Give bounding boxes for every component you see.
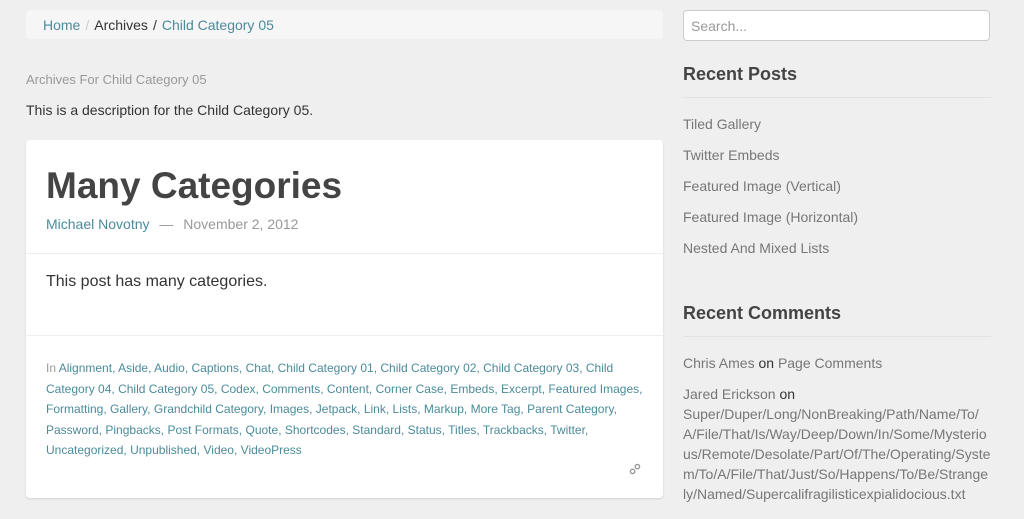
- category-link[interactable]: Featured Images: [548, 382, 639, 396]
- categories-prefix: In: [46, 361, 57, 375]
- category-link[interactable]: Chat: [246, 361, 271, 375]
- post-categories: In Alignment, Aside, Audio, Captions, Ch…: [26, 336, 663, 461]
- category-link[interactable]: Trackbacks: [483, 423, 544, 437]
- breadcrumb-home-link[interactable]: Home: [43, 17, 80, 33]
- category-link[interactable]: Password: [46, 423, 99, 437]
- category-link[interactable]: Audio: [154, 361, 185, 375]
- category-link[interactable]: Twitter: [550, 423, 585, 437]
- category-link[interactable]: Content: [327, 382, 369, 396]
- category-link[interactable]: Standard: [352, 423, 401, 437]
- category-link[interactable]: Unpublished: [130, 443, 197, 457]
- category-link[interactable]: Quote: [245, 423, 278, 437]
- archive-title: Archives For Child Category 05: [26, 72, 207, 87]
- post-content: This post has many categories.: [26, 254, 663, 336]
- comment-author-link[interactable]: Jared Erickson: [683, 386, 776, 402]
- meta-dash: —: [159, 216, 174, 232]
- category-link[interactable]: Alignment: [59, 361, 112, 375]
- recent-post-link[interactable]: Featured Image (Horizontal): [683, 209, 858, 225]
- comment-author-link[interactable]: Chris Ames: [683, 355, 755, 371]
- category-link[interactable]: Parent Category: [527, 402, 614, 416]
- category-link[interactable]: Excerpt: [501, 382, 542, 396]
- recent-comments-widget: Recent Comments Chris Ames on Page Comme…: [683, 303, 991, 509]
- category-link[interactable]: Captions: [192, 361, 239, 375]
- breadcrumb-archives: Archives: [94, 16, 148, 33]
- post-title[interactable]: Many Categories: [46, 166, 643, 206]
- recent-posts-title: Recent Posts: [683, 64, 991, 98]
- category-link[interactable]: Titles: [448, 423, 476, 437]
- post-author-link[interactable]: Michael Novotny: [46, 216, 150, 232]
- list-item: Featured Image (Vertical): [683, 170, 991, 201]
- list-item: Chris Ames on Page Comments: [683, 347, 991, 378]
- breadcrumb-separator: /: [152, 16, 157, 33]
- category-link[interactable]: More Tag: [471, 402, 521, 416]
- recent-post-link[interactable]: Twitter Embeds: [683, 147, 779, 163]
- category-link[interactable]: Embeds: [450, 382, 494, 396]
- main-content: Home / Archives / Child Category 05 Arch…: [26, 10, 663, 498]
- category-link[interactable]: Uncategorized: [46, 443, 123, 457]
- post-card: Many Categories Michael Novotny — Novemb…: [26, 140, 663, 498]
- archive-description: This is a description for the Child Cate…: [26, 102, 314, 118]
- recent-comments-list: Chris Ames on Page Comments Jared Ericks…: [683, 347, 991, 509]
- sidebar: Recent Posts Tiled Gallery Twitter Embed…: [683, 10, 991, 509]
- search-input[interactable]: [683, 10, 990, 41]
- category-link[interactable]: Grandchild Category: [154, 402, 263, 416]
- breadcrumb-separator: /: [85, 16, 90, 33]
- category-link[interactable]: Markup: [424, 402, 464, 416]
- breadcrumb-current-link[interactable]: Child Category 05: [162, 17, 274, 33]
- category-link[interactable]: Comments: [262, 382, 320, 396]
- post-meta: Michael Novotny — November 2, 2012: [46, 216, 643, 232]
- list-item: Jared Erickson on Super/Duper/Long/NonBr…: [683, 378, 991, 509]
- category-link[interactable]: Link: [364, 402, 386, 416]
- list-item: Twitter Embeds: [683, 139, 991, 170]
- category-link[interactable]: Corner Case: [376, 382, 444, 396]
- category-link[interactable]: Images: [270, 402, 309, 416]
- recent-post-link[interactable]: Featured Image (Vertical): [683, 178, 841, 194]
- category-link[interactable]: Child Category 05: [118, 382, 214, 396]
- comment-post-link[interactable]: Super/Duper/Long/NonBreaking/Path/Name/T…: [683, 406, 990, 502]
- recent-posts-list: Tiled Gallery Twitter Embeds Featured Im…: [683, 108, 991, 263]
- category-list: Alignment, Aside, Audio, Captions, Chat,…: [46, 361, 643, 458]
- on-label: on: [779, 386, 796, 402]
- category-link[interactable]: Child Category 01: [278, 361, 374, 375]
- category-link[interactable]: Child Category 03: [483, 361, 579, 375]
- list-item: Featured Image (Horizontal): [683, 201, 991, 232]
- category-link[interactable]: Codex: [221, 382, 256, 396]
- category-link[interactable]: Jetpack: [316, 402, 357, 416]
- category-link[interactable]: Pingbacks: [105, 423, 160, 437]
- comment-post-link[interactable]: Page Comments: [778, 355, 882, 371]
- category-link[interactable]: Child Category 02: [380, 361, 476, 375]
- recent-post-link[interactable]: Tiled Gallery: [683, 116, 761, 132]
- list-item: Tiled Gallery: [683, 108, 991, 139]
- recent-post-link[interactable]: Nested And Mixed Lists: [683, 240, 829, 256]
- category-link[interactable]: Aside: [118, 361, 148, 375]
- recent-comments-title: Recent Comments: [683, 303, 991, 337]
- post-date: November 2, 2012: [183, 216, 299, 232]
- on-label: on: [758, 355, 775, 371]
- breadcrumb: Home / Archives / Child Category 05: [26, 10, 663, 39]
- category-link[interactable]: Lists: [393, 402, 418, 416]
- category-link[interactable]: Video: [203, 443, 233, 457]
- list-item: Nested And Mixed Lists: [683, 232, 991, 263]
- post-header: Many Categories Michael Novotny — Novemb…: [26, 140, 663, 254]
- category-link[interactable]: Status: [408, 423, 442, 437]
- category-link[interactable]: Gallery: [110, 402, 147, 416]
- link-icon[interactable]: [629, 462, 641, 475]
- category-link[interactable]: Formatting: [46, 402, 103, 416]
- recent-posts-widget: Recent Posts Tiled Gallery Twitter Embed…: [683, 64, 991, 263]
- category-link[interactable]: Post Formats: [167, 423, 238, 437]
- category-link[interactable]: Shortcodes: [285, 423, 346, 437]
- category-link[interactable]: VideoPress: [241, 443, 302, 457]
